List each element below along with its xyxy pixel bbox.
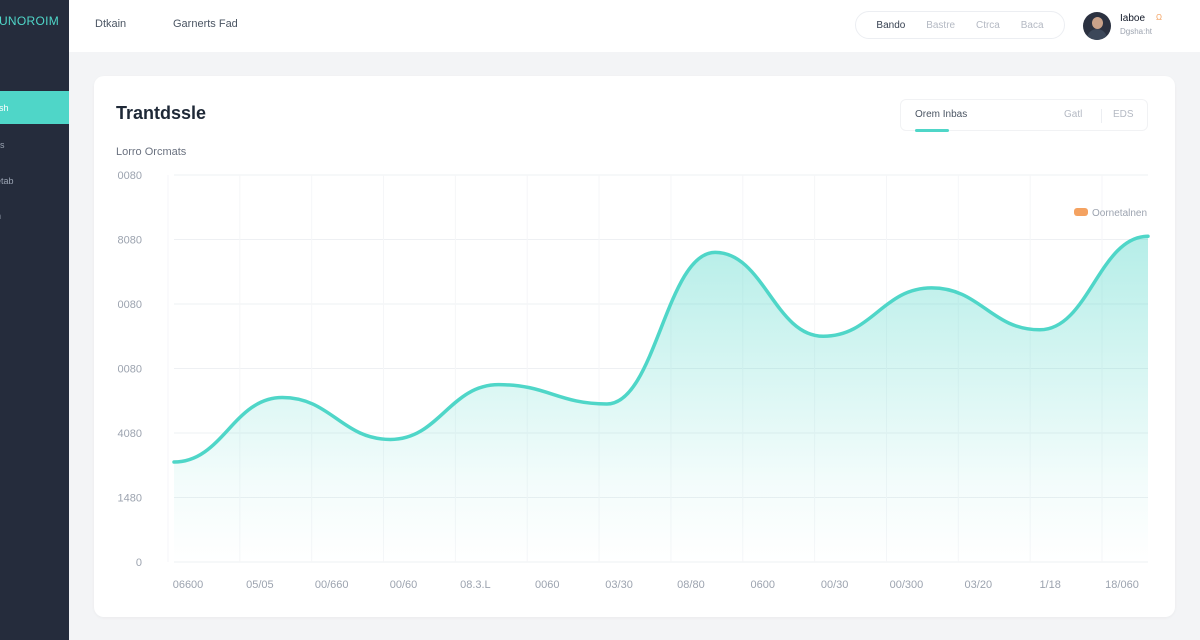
avatar-head <box>1092 17 1103 29</box>
x-tick-label: 00/60 <box>390 579 418 591</box>
y-tick-label: 0080 <box>118 170 142 182</box>
x-tick-label: 05/05 <box>246 579 274 591</box>
segment-option[interactable]: Ctrca <box>976 20 1000 31</box>
y-tick-label: 0080 <box>118 299 142 311</box>
legend-label: Oornetalnen <box>1092 208 1147 219</box>
avatar[interactable] <box>1083 12 1111 40</box>
sidebar-item-label: letab <box>0 175 14 186</box>
x-tick-label: 0060 <box>535 579 559 591</box>
segment-option[interactable]: Bastre <box>926 20 955 31</box>
chart-card: Trantdssle Lorro Orcmats Orem Inbas Gatl… <box>94 76 1175 617</box>
sidebar-item-dashboard[interactable]: ash <box>0 91 69 124</box>
x-tick-label: 08/80 <box>677 579 705 591</box>
y-tick-label: 4080 <box>118 428 142 440</box>
avatar-body <box>1087 29 1107 40</box>
sidebar-item-label: ills <box>0 139 5 150</box>
x-tick-label: 0600 <box>751 579 775 591</box>
top-bar: Dtkain Garnerts Fad Bando Bastre Ctrca B… <box>69 0 1200 52</box>
legend-swatch <box>1074 208 1088 216</box>
area-chart: 0080 8080 0080 0080 4080 1480 0 06600 05/05 00/6… <box>118 170 1150 591</box>
sidebar-item-label: in <box>0 211 1 221</box>
x-tick-label: 08.3.L <box>460 579 491 591</box>
x-tick-label: 00/660 <box>315 579 349 591</box>
y-tick-label: 8080 <box>118 235 142 247</box>
sidebar-item-label: ash <box>0 102 9 113</box>
sidebar-item-in[interactable]: in <box>0 199 69 232</box>
y-tick-label: 0080 <box>118 364 142 376</box>
x-tick-label: 00/300 <box>890 579 924 591</box>
segment-control: Bando Bastre Ctrca Baca <box>855 11 1065 39</box>
sidebar-item-bills[interactable]: ills <box>0 128 69 161</box>
brand-logo[interactable]: NUNOROIM <box>0 14 69 28</box>
x-tick-label: 06600 <box>173 579 204 591</box>
series-area-fill <box>174 236 1148 562</box>
y-tick-label: 1480 <box>118 493 142 505</box>
x-tick-label: 00/30 <box>821 579 849 591</box>
sidebar: NUNOROIM ash ills letab in <box>0 0 69 640</box>
x-tick-label: 18/060 <box>1105 579 1139 591</box>
top-link-primary[interactable]: Dtkain <box>95 18 126 30</box>
notification-dot-icon[interactable]: Ω <box>1156 13 1162 22</box>
segment-option[interactable]: Bando <box>876 20 905 31</box>
user-name[interactable]: Iaboe <box>1120 13 1145 24</box>
top-link-secondary[interactable]: Garnerts Fad <box>173 18 238 30</box>
sidebar-item-table[interactable]: letab <box>0 164 69 197</box>
x-tick-label: 1/18 <box>1039 579 1060 591</box>
y-tick-label: 0 <box>136 557 142 569</box>
segment-option[interactable]: Baca <box>1021 20 1044 31</box>
x-tick-label: 03/20 <box>965 579 993 591</box>
user-subtitle: Dgsha:ht <box>1120 27 1153 36</box>
x-tick-label: 03/30 <box>605 579 633 591</box>
